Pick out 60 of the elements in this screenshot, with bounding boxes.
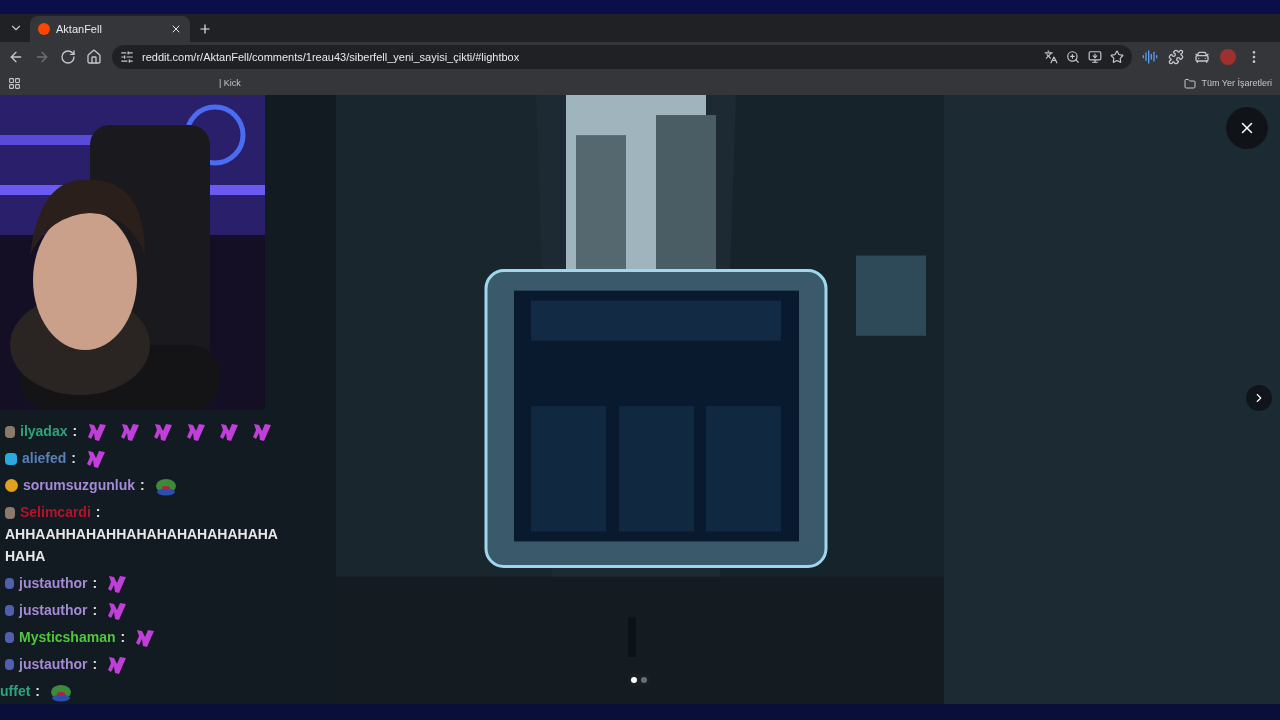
url-text: reddit.com/r/AktanFell/comments/1reau43/siberfell_yeni_sayisi_çikti/#lightbox xyxy=(142,49,521,65)
badge-icon xyxy=(5,425,15,438)
bookmark-star-icon[interactable] xyxy=(1110,50,1124,64)
translate-icon[interactable] xyxy=(1044,50,1058,64)
chat-colon: : xyxy=(71,449,77,468)
chat-username[interactable]: ilyadax xyxy=(20,421,68,442)
chat-username[interactable]: justauthor xyxy=(19,654,88,675)
forward-icon[interactable] xyxy=(34,49,50,65)
chat-username[interactable]: aliefed xyxy=(22,448,67,469)
emote-icon xyxy=(251,421,274,442)
emote-icon xyxy=(119,421,142,442)
chat-username[interactable]: justauthor xyxy=(19,600,88,621)
chat-colon: : xyxy=(92,655,98,674)
bookmark-item[interactable]: | Kick xyxy=(219,76,241,91)
chat-username[interactable]: uffet xyxy=(0,681,31,702)
chat-message: AHHAAHHAHAHHAHAHAHAHAHAHAHAHAHA xyxy=(5,525,279,566)
emote-icon xyxy=(185,421,208,442)
badge-icon xyxy=(5,605,14,616)
chat-username[interactable]: sorumsuzgunluk xyxy=(23,475,135,496)
close-button[interactable] xyxy=(1226,107,1268,149)
extensions-icon[interactable] xyxy=(1168,49,1184,65)
address-bar[interactable]: reddit.com/r/AktanFell/comments/1reau43/siberfell_yeni_sayisi_çikti/#lightbox xyxy=(112,45,1132,69)
all-bookmarks-button[interactable]: Tüm Yer İşaretleri xyxy=(1184,76,1272,91)
emote-icon xyxy=(106,600,129,621)
chat-colon: : xyxy=(35,682,40,701)
next-button[interactable] xyxy=(1246,385,1272,411)
reload-icon[interactable] xyxy=(60,49,76,65)
install-icon[interactable] xyxy=(1088,50,1102,64)
badge-icon xyxy=(5,479,18,492)
chat-username[interactable]: justauthor xyxy=(19,573,88,594)
tab-title: AktanFell xyxy=(56,21,103,37)
folder-icon xyxy=(1184,77,1197,90)
chat-colon: : xyxy=(72,422,78,441)
back-icon[interactable] xyxy=(8,49,24,65)
emote-icon xyxy=(106,654,129,675)
chat-colon: : xyxy=(95,503,101,522)
emote-icon xyxy=(106,573,129,594)
emote-icon xyxy=(218,421,241,442)
new-tab-icon[interactable] xyxy=(198,22,212,36)
chat-colon: : xyxy=(120,628,126,647)
badge-icon xyxy=(5,632,14,643)
badge-icon xyxy=(5,659,14,670)
home-icon[interactable] xyxy=(86,49,102,65)
emote-icon xyxy=(85,448,108,469)
badge-icon xyxy=(5,506,15,519)
site-settings-icon xyxy=(120,50,134,64)
emote-icon xyxy=(152,421,175,442)
badge-icon xyxy=(5,578,14,589)
badge-icon xyxy=(5,452,17,465)
emote-icon xyxy=(86,421,109,442)
emote-icon xyxy=(134,627,157,648)
audio-icon[interactable] xyxy=(1142,49,1158,65)
browser-tab[interactable]: AktanFell xyxy=(30,16,190,42)
apps-icon[interactable] xyxy=(8,77,21,90)
chat-colon: : xyxy=(92,601,98,620)
close-icon[interactable] xyxy=(170,23,182,35)
chat-colon: : xyxy=(140,476,145,495)
chat-username[interactable]: Mysticshaman xyxy=(19,627,116,648)
zoom-icon[interactable] xyxy=(1066,50,1080,64)
chat-colon: : xyxy=(92,574,98,593)
